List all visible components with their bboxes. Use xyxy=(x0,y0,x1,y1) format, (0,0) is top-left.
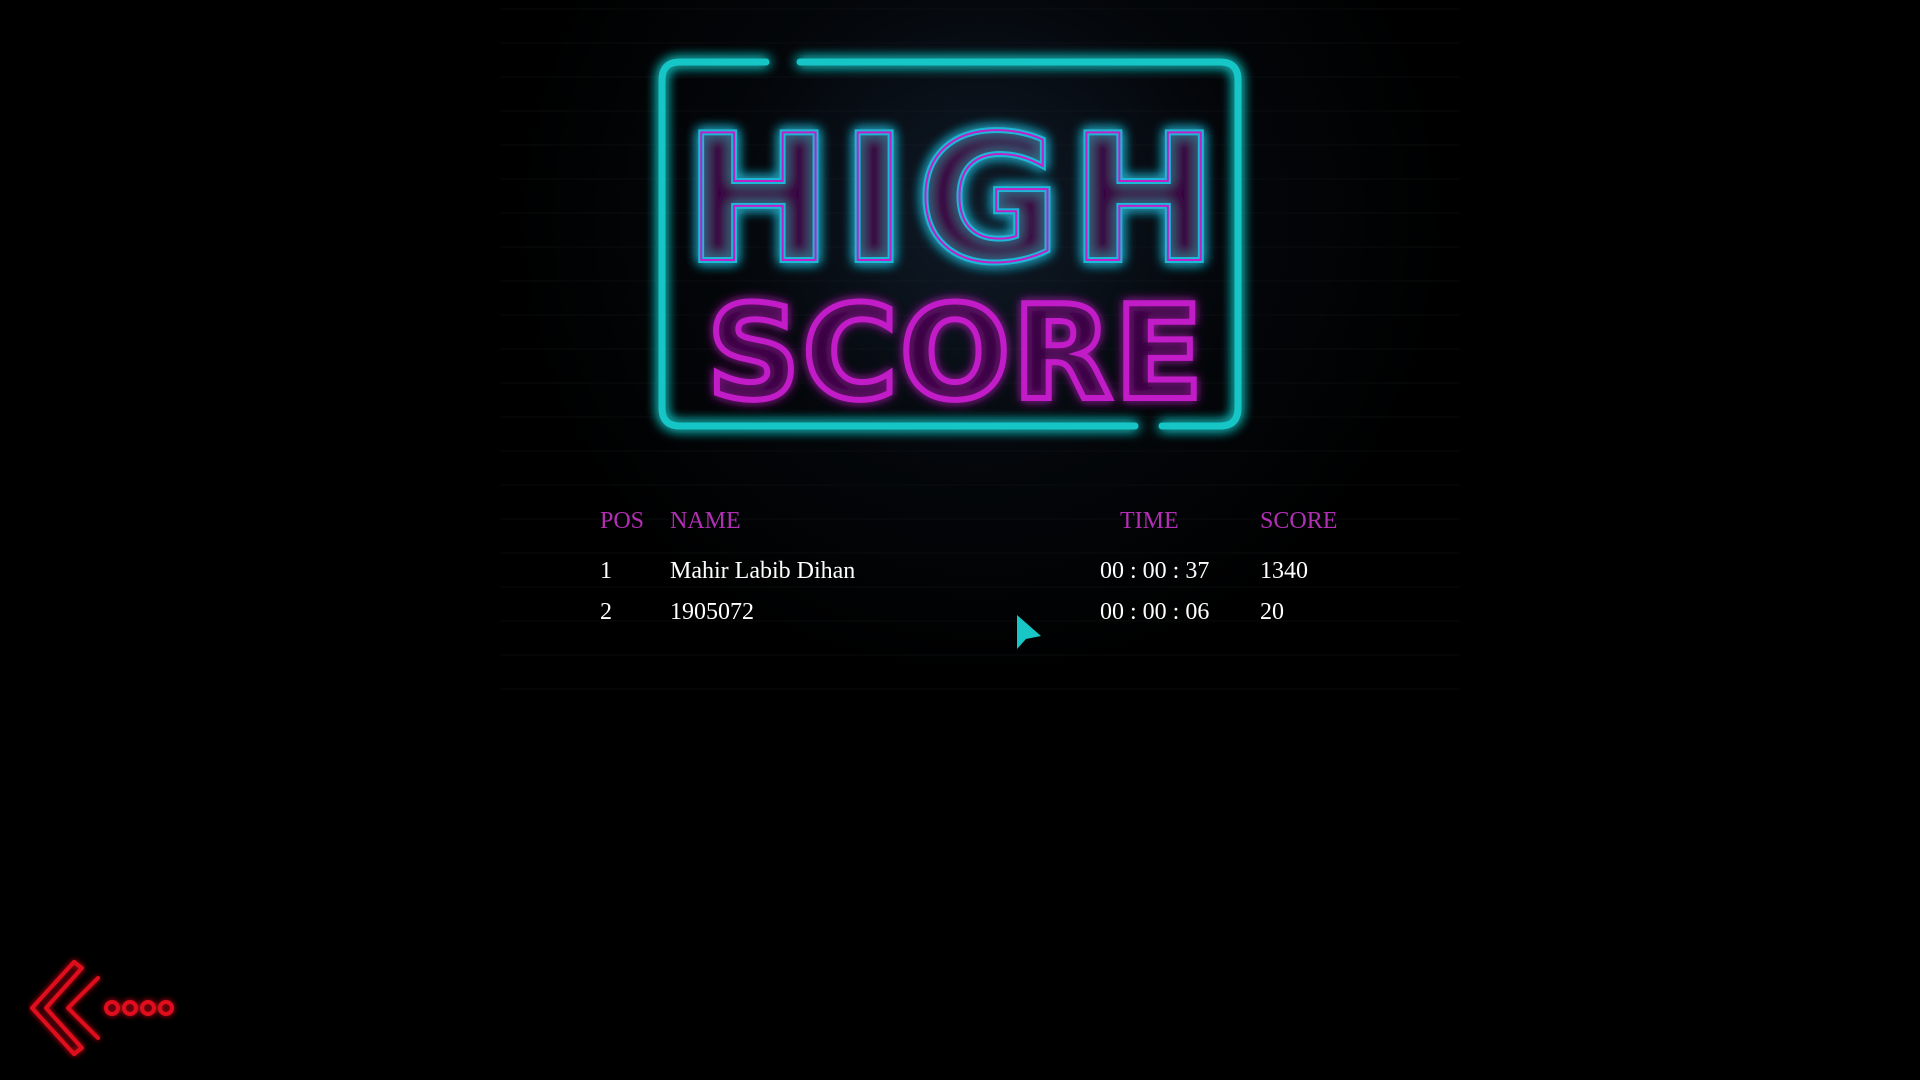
sign-line-score: SCORE xyxy=(707,277,1205,429)
row-1-name: Mahir Labib Dihan xyxy=(670,558,856,584)
arrow-cursor-icon xyxy=(1015,613,1045,653)
row-2-pos: 2 xyxy=(600,599,612,625)
header-pos: POS xyxy=(600,508,645,534)
back-button[interactable] xyxy=(28,956,184,1060)
row-2-score: 20 xyxy=(1260,599,1284,625)
row-2-time: 00 : 00 : 06 xyxy=(1100,599,1210,625)
header-name: NAME xyxy=(670,508,741,534)
row-2-name: 1905072 xyxy=(670,599,754,625)
header-time: TIME xyxy=(1120,508,1179,534)
row-1-score: 1340 xyxy=(1260,558,1308,584)
back-arrow-icon xyxy=(30,960,174,1056)
sign-line-high-inner: HIGH xyxy=(685,99,1227,302)
game-screen: HIGH HIGH SCORE POS NAME TIME SCORE 1 Ma… xyxy=(0,0,1920,1080)
row-1-pos: 1 xyxy=(600,558,612,584)
high-score-neon-sign: HIGH HIGH SCORE xyxy=(640,40,1280,450)
header-score: SCORE xyxy=(1260,508,1338,534)
row-1-time: 00 : 00 : 37 xyxy=(1100,558,1210,584)
